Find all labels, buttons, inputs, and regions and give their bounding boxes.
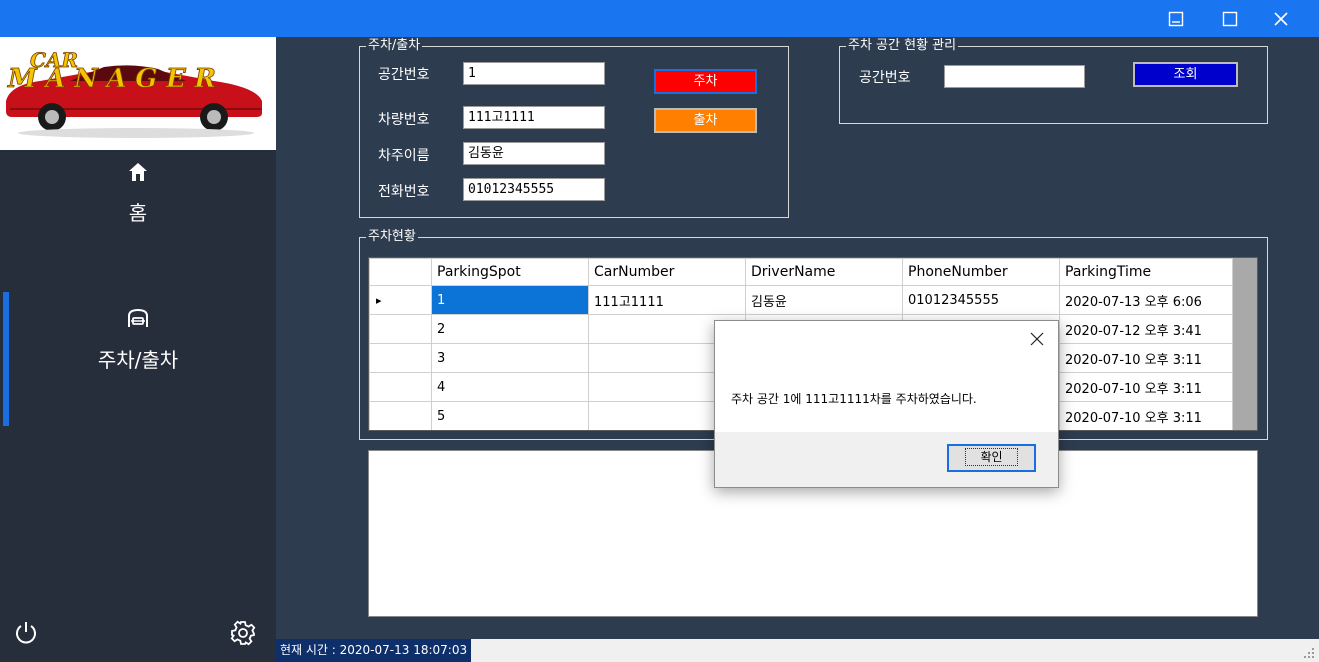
dialog-ok-button[interactable]: 확인 [947,444,1036,472]
column-header[interactable]: PhoneNumber [902,258,1060,286]
table-cell[interactable]: 4 [431,372,589,402]
lookup-space-input[interactable] [944,65,1085,88]
power-icon[interactable] [13,620,39,650]
park-button[interactable]: 주차 [654,69,757,94]
close-icon[interactable] [1262,0,1300,37]
logo: CAR MANAGER [0,37,276,150]
title-bar [0,0,1319,37]
table-cell[interactable]: 2020-07-13 오후 6:06 [1059,285,1233,315]
resize-grip-icon[interactable] [1303,647,1315,659]
group-title: 주차현황 [366,229,418,245]
group-title: 주차/출차 [366,38,423,54]
column-header[interactable]: ParkingTime [1059,258,1233,286]
row-header[interactable] [369,343,432,373]
field-label: 공간번호 [378,67,430,83]
field-label: 공간번호 [859,70,911,86]
table-cell[interactable]: 2020-07-10 오후 3:11 [1059,401,1233,430]
minimize-icon[interactable] [1157,0,1195,37]
dialog-close-icon[interactable] [1030,331,1048,349]
car-number-input[interactable]: 111고1111 [463,106,605,129]
column-header[interactable]: CarNumber [588,258,746,286]
table-cell[interactable]: 김동윤 [745,285,903,315]
driver-name-input[interactable]: 김동윤 [463,142,605,165]
table-cell[interactable]: 5 [431,401,589,430]
column-header[interactable]: DriverName [745,258,903,286]
row-header-corner [369,258,432,286]
table-row[interactable]: ▸ 1 111고1111 김동윤 01012345555 2020-07-13 … [369,285,1233,315]
current-row-icon: ▸ [369,285,432,315]
sidebar-item-label: 주차/출차 [97,348,179,372]
gear-icon[interactable] [229,619,257,651]
table-cell[interactable]: 111고1111 [588,285,746,315]
row-header[interactable] [369,314,432,344]
row-header[interactable] [369,401,432,430]
maximize-icon[interactable] [1211,0,1249,37]
exit-button[interactable]: 출차 [654,108,757,133]
table-header-row: ParkingSpot CarNumber DriverName PhoneNu… [369,258,1233,286]
field-label: 전화번호 [378,184,430,200]
table-cell[interactable]: 2020-07-12 오후 3:41 [1059,314,1233,344]
space-number-input[interactable]: 1 [463,62,605,85]
sidebar-item-parking[interactable]: 주차/출차 [0,306,276,373]
home-icon [127,161,149,187]
sidebar-item-home[interactable]: 홈 [0,161,276,226]
sidebar-item-label: 홈 [128,201,148,225]
table-cell[interactable]: 1 [431,285,589,315]
table-cell[interactable]: 3 [431,343,589,373]
row-header[interactable] [369,372,432,402]
column-header[interactable]: ParkingSpot [431,258,589,286]
car-icon [126,306,150,334]
phone-number-input[interactable]: 01012345555 [463,178,605,201]
field-label: 차주이름 [378,148,430,164]
table-cell[interactable]: 2020-07-10 오후 3:11 [1059,343,1233,373]
group-title: 주차 공간 현황 관리 [846,38,959,54]
lookup-button[interactable]: 조회 [1133,62,1238,87]
sidebar: CAR MANAGER 홈 주차/출차 [0,37,276,662]
dialog-message: 주차 공간 1에 111고1111차를 주차하였습니다. [731,392,977,406]
table-cell[interactable]: 2 [431,314,589,344]
dialog-ok-label: 확인 [965,448,1018,466]
message-dialog: 주차 공간 1에 111고1111차를 주차하였습니다. 확인 [714,320,1059,488]
field-label: 차량번호 [378,112,430,128]
current-time-label: 현재 시간 : 2020-07-13 18:07:03 [276,639,472,662]
table-cell[interactable]: 01012345555 [902,285,1060,315]
table-cell[interactable]: 2020-07-10 오후 3:11 [1059,372,1233,402]
